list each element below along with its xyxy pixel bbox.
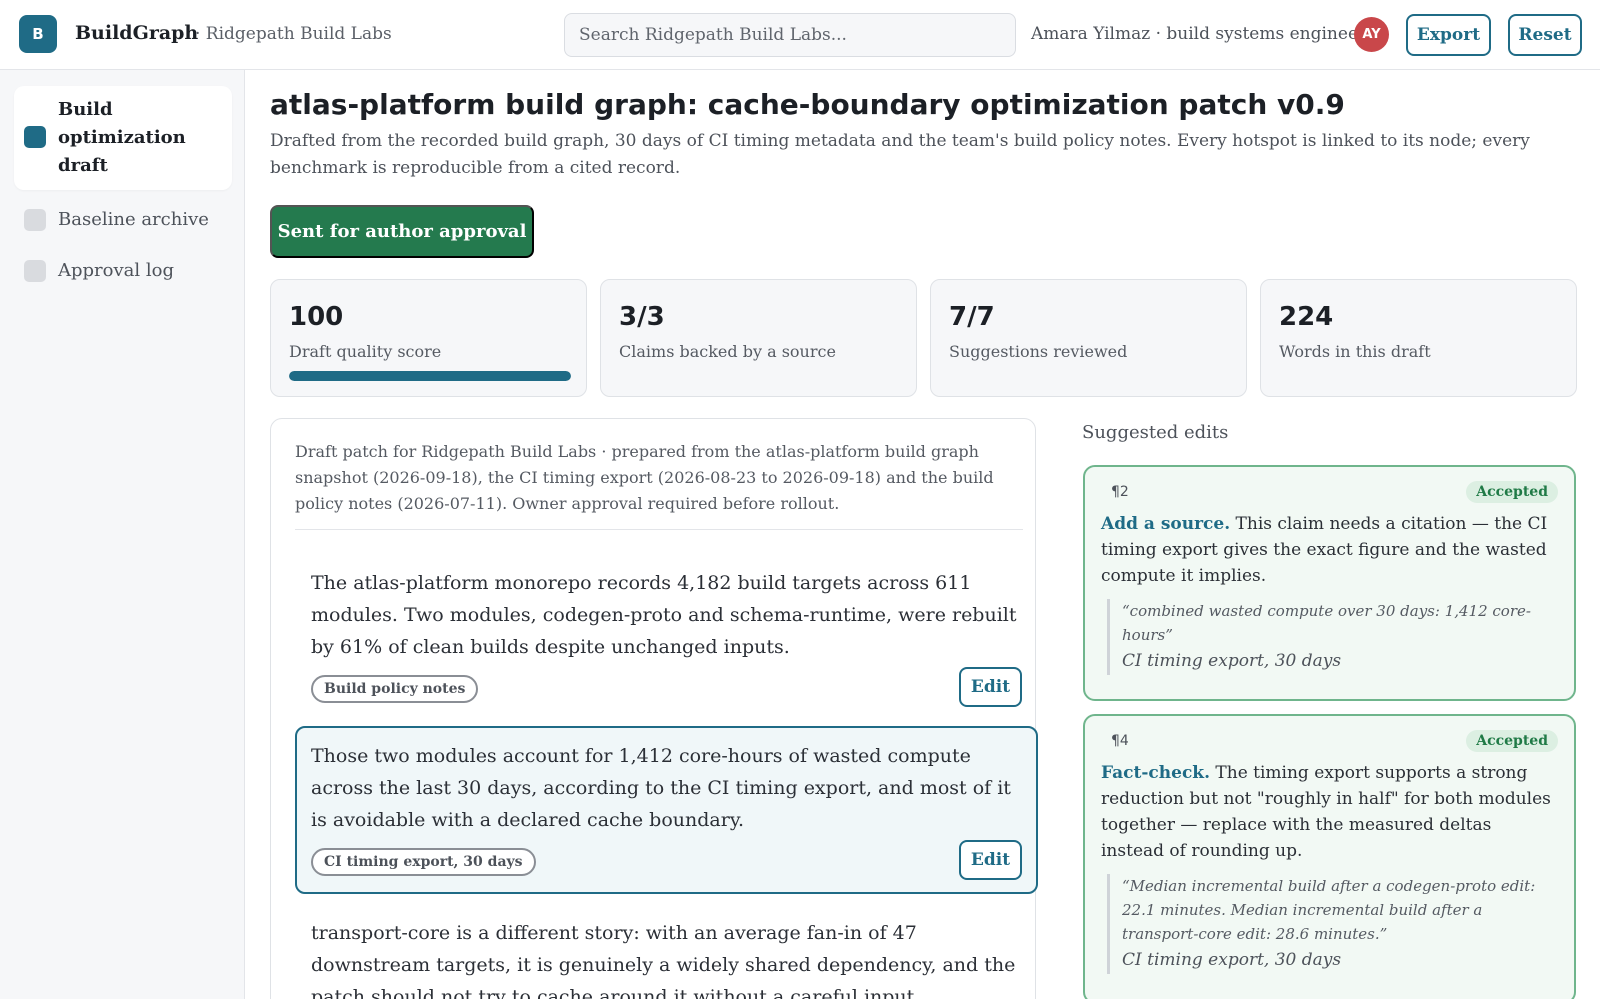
draft-document: Draft patch for Ridgepath Build Labs · p… <box>270 418 1038 999</box>
suggestion-card[interactable]: ¶2 Accepted Add a source. This claim nee… <box>1083 465 1576 701</box>
quality-progress-bar <box>289 371 571 381</box>
suggestion-card[interactable]: ¶4 Accepted Fact-check. The timing expor… <box>1083 714 1576 999</box>
quote-source: CI timing export, 30 days <box>1122 950 1342 970</box>
stat-card-quality-score: 100 Draft quality score <box>270 279 587 397</box>
edit-button[interactable]: Edit <box>959 840 1022 880</box>
quality-progress-fill <box>289 371 571 381</box>
suggestion-keyword: Add a source. <box>1101 514 1231 534</box>
quote-source: CI timing export, 30 days <box>1122 651 1342 671</box>
sidebar-item-build-optimization-draft[interactable]: Build optimization draft <box>14 86 232 190</box>
draft-paragraph-selected[interactable]: Those two modules account for 1,412 core… <box>295 726 1038 894</box>
top-bar: B BuildGraph · Ridgepath Build Labs Amar… <box>0 0 1600 70</box>
sidebar-item-baseline-archive[interactable]: Baseline archive <box>14 196 232 244</box>
sidebar-item-label: Approval log <box>58 260 174 281</box>
stat-label: Draft quality score <box>289 342 442 361</box>
suggestion-text: Add a source. This claim needs a citatio… <box>1101 511 1558 589</box>
suggestions-heading: Suggested edits <box>1082 422 1229 443</box>
draft-paragraph[interactable]: transport-core is a different story: wit… <box>295 903 1038 999</box>
sidebar-item-label: Build optimization draft <box>58 99 186 176</box>
quote-text: “combined wasted compute over 30 days: 1… <box>1122 602 1531 644</box>
sidebar-item-approval-log[interactable]: Approval log <box>14 247 232 295</box>
reset-button[interactable]: Reset <box>1508 14 1582 56</box>
approval-status-button[interactable]: Sent for author approval <box>270 205 534 258</box>
paragraph-ref: ¶4 <box>1111 733 1129 749</box>
page-title: atlas-platform build graph: cache-bounda… <box>270 88 1345 121</box>
status-badge: Accepted <box>1466 730 1558 752</box>
draft-meta: Draft patch for Ridgepath Build Labs · p… <box>295 442 994 513</box>
paragraph-text: The atlas-platform monorepo records 4,18… <box>311 572 1017 658</box>
paragraph-text: transport-core is a different story: wit… <box>311 922 1016 999</box>
stat-label: Suggestions reviewed <box>949 342 1128 361</box>
quote-text: “Median incremental build after a codege… <box>1122 877 1536 943</box>
stat-card-word-count: 224 Words in this draft <box>1260 279 1577 397</box>
stat-value: 7/7 <box>949 302 995 332</box>
stat-card-suggestions-reviewed: 7/7 Suggestions reviewed <box>930 279 1247 397</box>
stat-value: 100 <box>289 302 344 332</box>
suggestion-keyword: Fact-check. <box>1101 763 1210 783</box>
sidebar: Build optimization draft Baseline archiv… <box>0 70 245 999</box>
org-name: · Ridgepath Build Labs <box>195 24 392 44</box>
stat-label: Claims backed by a source <box>619 342 836 361</box>
app-logo[interactable]: B <box>19 15 57 53</box>
draft-paragraph[interactable]: The atlas-platform monorepo records 4,18… <box>295 553 1038 717</box>
draft-icon <box>24 126 46 148</box>
stat-card-claims-backed: 3/3 Claims backed by a source <box>600 279 917 397</box>
log-icon <box>24 260 46 282</box>
paragraph-ref: ¶2 <box>1111 484 1129 500</box>
evidence-quote: “combined wasted compute over 30 days: 1… <box>1107 599 1558 675</box>
stat-value: 3/3 <box>619 302 665 332</box>
paragraph-text: Those two modules account for 1,412 core… <box>311 745 1011 831</box>
search-input[interactable] <box>564 13 1016 57</box>
suggestion-text: Fact-check. The timing export supports a… <box>1101 760 1558 864</box>
divider <box>295 529 1023 530</box>
status-badge: Accepted <box>1466 481 1558 503</box>
export-button[interactable]: Export <box>1406 14 1491 56</box>
sidebar-item-label: Baseline archive <box>58 209 209 230</box>
archive-icon <box>24 209 46 231</box>
source-chip[interactable]: CI timing export, 30 days <box>311 848 536 876</box>
edit-button[interactable]: Edit <box>959 667 1022 707</box>
evidence-quote: “Median incremental build after a codege… <box>1107 874 1558 974</box>
source-chip[interactable]: Build policy notes <box>311 675 479 703</box>
brand-name: BuildGraph <box>75 22 199 44</box>
page-subtitle: Drafted from the recorded build graph, 3… <box>270 131 1530 178</box>
stat-label: Words in this draft <box>1279 342 1431 361</box>
stat-value: 224 <box>1279 302 1334 332</box>
user-name: Amara Yilmaz · build systems engineer <box>1031 24 1367 44</box>
avatar[interactable]: AY <box>1354 17 1389 52</box>
